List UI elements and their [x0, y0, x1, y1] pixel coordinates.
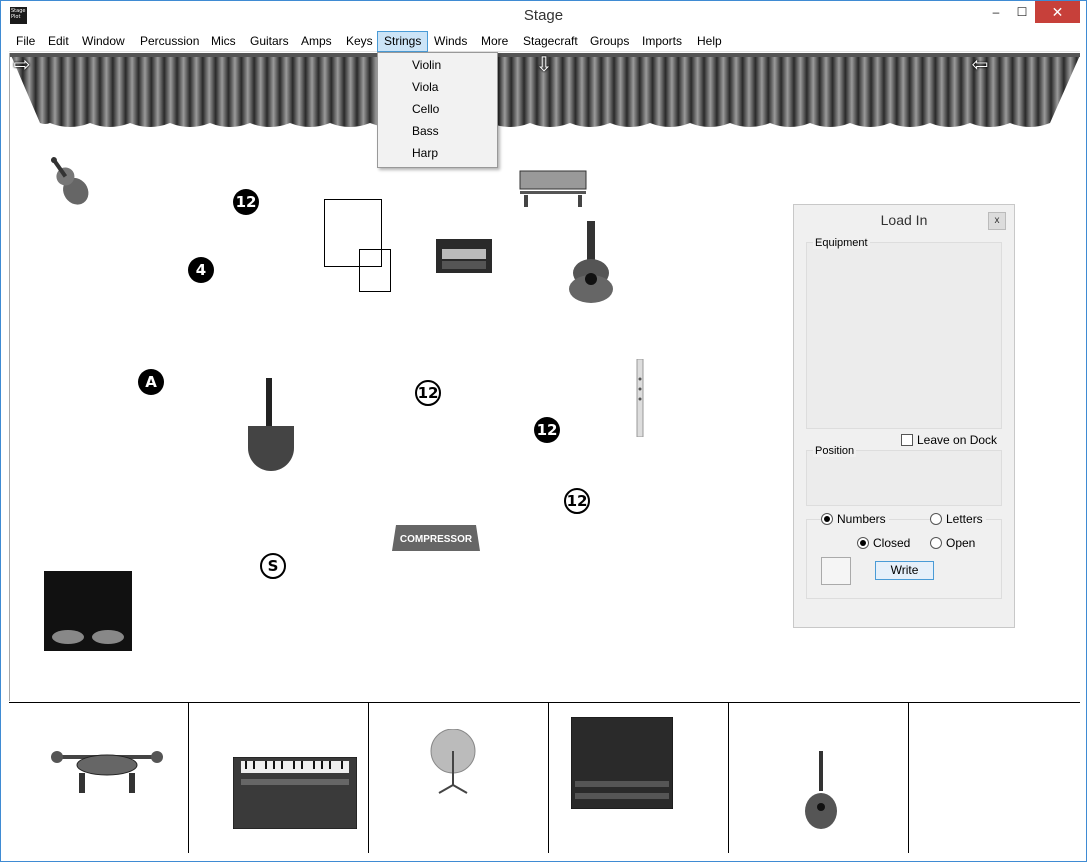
stage-window: Stage Plot Stage – ☐ ✕ File Edit Window …	[0, 0, 1087, 862]
stage-right-arrow-icon[interactable]: ⇦	[970, 55, 990, 75]
open-radio[interactable]: Open	[930, 536, 975, 550]
menu-file[interactable]: File	[10, 31, 41, 52]
menu-keys[interactable]: Keys	[340, 31, 379, 52]
flute-icon[interactable]	[634, 359, 646, 437]
menu-more[interactable]: More	[475, 31, 514, 52]
letters-radio[interactable]: Letters	[930, 512, 986, 526]
drum-throne-icon[interactable]	[51, 743, 163, 795]
radio-dot[interactable]	[857, 537, 869, 549]
menu-stagecraft[interactable]: Stagecraft	[517, 31, 584, 52]
downstage-arrow-icon[interactable]: ⇩	[534, 55, 554, 75]
menu-mics[interactable]: Mics	[205, 31, 242, 52]
close-button[interactable]: ✕	[1035, 1, 1080, 23]
equipment-label: Equipment	[813, 237, 870, 249]
color-swatch[interactable]	[821, 557, 851, 585]
dock-slot[interactable]	[729, 703, 909, 853]
window-title: Stage	[523, 7, 564, 24]
menu-groups[interactable]: Groups	[584, 31, 635, 52]
keyboard-amp-icon[interactable]	[233, 757, 357, 829]
panel-title: Load In	[880, 212, 928, 228]
menu-percussion[interactable]: Percussion	[134, 31, 205, 52]
monitor-badge[interactable]: A	[138, 369, 164, 395]
strings-menu-cello[interactable]: Cello	[378, 98, 497, 120]
riser-outline[interactable]	[359, 249, 391, 292]
checkbox-box[interactable]	[901, 434, 913, 446]
keyboard-amp-icon[interactable]	[436, 239, 492, 273]
cymbal-icon[interactable]	[425, 729, 481, 795]
maximize-button[interactable]: ☐	[1009, 1, 1035, 23]
write-button[interactable]: Write	[875, 561, 934, 580]
radio-dot[interactable]	[930, 537, 942, 549]
panel-close-button[interactable]: x	[988, 212, 1006, 230]
menu-guitars[interactable]: Guitars	[244, 31, 295, 52]
strings-menu-violin[interactable]: Violin	[378, 54, 497, 76]
dock-slot[interactable]	[549, 703, 729, 853]
compressor-label: COMPRESSOR	[400, 534, 473, 545]
numbers-radio[interactable]: Numbers	[821, 512, 889, 526]
strings-menu-bass[interactable]: Bass	[378, 120, 497, 142]
speaker-cabinet-icon[interactable]	[44, 571, 132, 651]
menu-imports[interactable]: Imports	[636, 31, 688, 52]
compressor-unit-icon[interactable]: COMPRESSOR	[390, 523, 482, 553]
monitor-badge[interactable]: S	[260, 553, 286, 579]
monitor-badge[interactable]: 12	[564, 488, 590, 514]
menu-edit[interactable]: Edit	[42, 31, 75, 52]
numbers-label: Numbers	[837, 512, 886, 526]
minimize-button[interactable]: –	[983, 1, 1009, 23]
menu-amps[interactable]: Amps	[295, 31, 338, 52]
position-label: Position	[813, 445, 857, 457]
menu-bar: File Edit Window Percussion Mics Guitars…	[9, 31, 1080, 52]
acoustic-guitar-icon[interactable]	[563, 221, 619, 303]
radio-dot[interactable]	[821, 513, 833, 525]
menu-strings[interactable]: Strings	[377, 31, 429, 52]
menu-winds[interactable]: Winds	[428, 31, 473, 52]
position-field[interactable]	[806, 450, 1002, 506]
dock-slot[interactable]	[909, 703, 1087, 853]
open-label: Open	[946, 536, 976, 550]
dock-slot[interactable]	[9, 703, 189, 853]
equipment-dock	[9, 702, 1080, 853]
strings-menu-viola[interactable]: Viola	[378, 76, 497, 98]
letters-label: Letters	[946, 512, 983, 526]
closed-label: Closed	[873, 536, 911, 550]
monitor-badge[interactable]: 12	[534, 417, 560, 443]
stage-left-arrow-icon[interactable]: ⇨	[12, 55, 32, 75]
guitar-amp-icon[interactable]	[246, 378, 296, 472]
drum-rack-icon[interactable]	[516, 165, 590, 207]
violin-icon[interactable]	[42, 153, 98, 213]
monitor-badge[interactable]: 4	[188, 257, 214, 283]
strings-dropdown-menu: Violin Viola Cello Bass Harp	[377, 52, 498, 168]
closed-radio[interactable]: Closed	[857, 536, 910, 550]
dock-slot[interactable]	[189, 703, 369, 853]
speaker-cabinet-icon[interactable]	[571, 717, 673, 809]
mandolin-icon[interactable]	[803, 751, 839, 831]
dock-slot[interactable]	[369, 703, 549, 853]
title-bar: Stage Plot Stage – ☐ ✕	[1, 1, 1086, 31]
menu-help[interactable]: Help	[691, 31, 728, 52]
load-in-panel: Load In x Equipment Leave on Dock Positi…	[793, 204, 1015, 628]
menu-window[interactable]: Window	[76, 31, 131, 52]
equipment-list[interactable]	[806, 242, 1002, 429]
radio-dot[interactable]	[930, 513, 942, 525]
strings-menu-harp[interactable]: Harp	[378, 142, 497, 164]
leave-on-dock-label: Leave on Dock	[917, 433, 998, 447]
leave-on-dock-checkbox[interactable]: Leave on Dock	[901, 433, 997, 447]
monitor-badge[interactable]: 12	[233, 189, 259, 215]
monitor-badge[interactable]: 12	[415, 380, 441, 406]
